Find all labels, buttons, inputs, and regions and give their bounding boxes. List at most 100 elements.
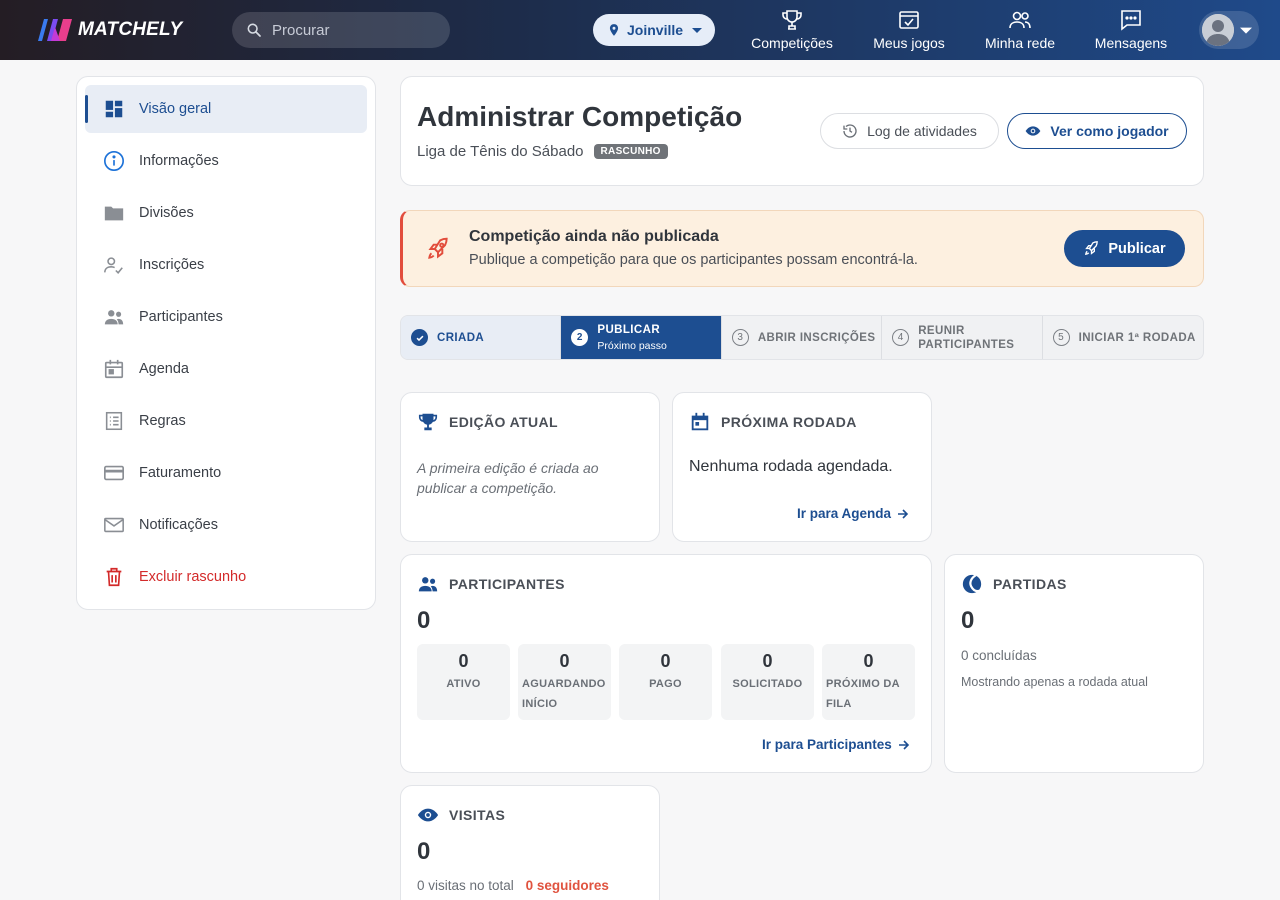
- app-logo[interactable]: MATCHELY: [36, 18, 182, 42]
- info-icon: [104, 151, 124, 171]
- visits-summary: 0 visitas no total 0 seguidores: [417, 878, 609, 893]
- stat-waiting-start: 0 AGUARDANDO INÍCIO: [518, 644, 611, 720]
- nav-network[interactable]: Minha rede: [984, 8, 1056, 52]
- alert-description: Publique a competição para que os partic…: [469, 252, 918, 268]
- eye-icon: [1026, 126, 1041, 136]
- link-label: Ir para Agenda: [797, 506, 892, 521]
- stat-value: 0: [762, 651, 773, 671]
- stat-paid: 0 PAGO: [619, 644, 712, 720]
- followers-link[interactable]: 0 seguidores: [526, 878, 609, 893]
- search-input[interactable]: [272, 21, 432, 39]
- sidebar-item-delete-draft[interactable]: Excluir rascunho: [85, 553, 367, 601]
- stat-value: 0: [660, 651, 671, 671]
- nav-messages[interactable]: Mensagens: [1093, 8, 1169, 52]
- matches-note: Mostrando apenas a rodada atual: [961, 675, 1148, 689]
- header-card: Administrar Competição Liga de Tênis do …: [400, 76, 1204, 186]
- go-to-participants-link[interactable]: Ir para Participantes: [762, 737, 910, 752]
- card-header: PRÓXIMA RODADA: [689, 411, 857, 433]
- calendar-check-icon: [899, 11, 919, 29]
- location-pin-icon: [609, 24, 619, 36]
- activity-log-button[interactable]: Log de atividades: [820, 113, 999, 149]
- stat-value: 0: [559, 651, 570, 671]
- dashboard-icon: [105, 100, 123, 118]
- sidebar-item-label: Informações: [139, 153, 219, 169]
- nav-network-label: Minha rede: [984, 35, 1056, 51]
- step-gather-participants[interactable]: 4 REUNIR PARTICIPANTES: [882, 316, 1043, 359]
- card-title: PRÓXIMA RODADA: [721, 414, 857, 430]
- history-icon: [843, 124, 857, 138]
- sidebar-item-label: Regras: [139, 413, 186, 429]
- stat-label: ATIVO: [446, 678, 481, 690]
- step-label-group: PUBLICAR Próximo passo: [597, 323, 666, 353]
- step-label: CRIADA: [437, 331, 485, 344]
- step-label: PUBLICAR: [597, 323, 661, 336]
- nav-messages-label: Mensagens: [1094, 35, 1168, 51]
- card-header: PARTIDAS: [961, 573, 1067, 595]
- chevron-down-icon: [692, 28, 703, 33]
- step-created[interactable]: CRIADA: [401, 316, 562, 359]
- card-title: PARTIDAS: [993, 576, 1067, 592]
- nav-competitions[interactable]: Competições: [751, 8, 833, 52]
- competition-name: Liga de Tênis do Sábado RASCUNHO: [417, 143, 668, 160]
- card-title: VISITAS: [449, 807, 506, 823]
- matches-total: 0: [961, 607, 975, 634]
- competition-name-text: Liga de Tênis do Sábado: [417, 143, 584, 160]
- user-menu[interactable]: [1199, 11, 1259, 49]
- chat-icon: [1121, 10, 1141, 31]
- step-number: 2: [571, 329, 589, 346]
- sidebar-item-billing[interactable]: Faturamento: [85, 449, 367, 497]
- sidebar-item-divisions[interactable]: Divisões: [85, 189, 367, 237]
- arrow-right-icon: [898, 739, 909, 750]
- publish-button[interactable]: Publicar: [1064, 230, 1185, 267]
- view-as-player-button[interactable]: Ver como jogador: [1007, 113, 1187, 149]
- stat-label: AGUARDANDO INÍCIO: [522, 678, 606, 710]
- people-icon: [1009, 11, 1031, 29]
- sidebar-item-information[interactable]: Informações: [85, 137, 367, 185]
- city-label: Joinville: [627, 22, 684, 38]
- stat-active: 0 ATIVO: [417, 644, 510, 720]
- city-selector[interactable]: Joinville: [593, 14, 715, 46]
- person-check-icon: [104, 257, 123, 274]
- unpublished-alert: Competição ainda não publicada Publique …: [400, 210, 1204, 287]
- participants-total: 0: [417, 607, 431, 634]
- card-header: VISITAS: [417, 804, 505, 826]
- visits-total: 0: [417, 838, 431, 865]
- sidebar-item-label: Notificações: [139, 517, 218, 533]
- calendar-icon: [104, 359, 124, 379]
- nav-my-games[interactable]: Meus jogos: [871, 8, 947, 52]
- stat-label: SOLICITADO: [732, 678, 803, 690]
- eye-icon: [417, 808, 439, 822]
- next-round-card: PRÓXIMA RODADA Nenhuma rodada agendada. …: [672, 392, 932, 542]
- step-publish[interactable]: 2 PUBLICAR Próximo passo: [561, 316, 722, 359]
- search-bar[interactable]: [232, 12, 450, 48]
- go-to-schedule-link[interactable]: Ir para Agenda: [797, 506, 909, 521]
- sidebar-item-schedule[interactable]: Agenda: [85, 345, 367, 393]
- arrow-right-icon: [898, 508, 909, 519]
- participants-card: PARTICIPANTES 0 0 ATIVO 0 AGUARDANDO INÍ…: [400, 554, 932, 773]
- sidebar-item-label: Excluir rascunho: [139, 569, 247, 585]
- credit-card-icon: [104, 465, 124, 481]
- stat-next-in-queue: 0 PRÓXIMO DA FILA: [822, 644, 915, 720]
- sidebar-item-notifications[interactable]: Notificações: [85, 501, 367, 549]
- step-label: REUNIR PARTICIPANTES: [918, 324, 1015, 351]
- matches-card: PARTIDAS 0 0 concluídas Mostrando apenas…: [944, 554, 1204, 773]
- people-icon: [418, 577, 438, 592]
- sidebar-item-overview[interactable]: Visão geral: [85, 85, 367, 133]
- nav-competitions-label: Competições: [751, 35, 833, 51]
- sidebar-item-registrations[interactable]: Inscrições: [85, 241, 367, 289]
- card-header: PARTICIPANTES: [417, 573, 565, 595]
- sidebar-item-label: Agenda: [139, 361, 189, 377]
- status-badge: RASCUNHO: [593, 144, 668, 159]
- next-round-text: Nenhuma rodada agendada.: [689, 458, 893, 475]
- card-title: EDIÇÃO ATUAL: [449, 414, 559, 430]
- step-number: 3: [731, 329, 749, 346]
- logo-mark-icon: [38, 19, 72, 41]
- edition-note: A primeira edição é criada ao publicar a…: [417, 460, 599, 496]
- step-open-registrations[interactable]: 3 ABRIR INSCRIÇÕES: [722, 316, 883, 359]
- stat-label: PRÓXIMO DA FILA: [826, 678, 900, 710]
- sidebar-item-participants[interactable]: Participantes: [85, 293, 367, 341]
- sidebar-item-rules[interactable]: Regras: [85, 397, 367, 445]
- step-label: ABRIR INSCRIÇÕES: [757, 331, 876, 344]
- step-start-first-round[interactable]: 5 INICIAR 1ª RODADA: [1043, 316, 1203, 359]
- activity-log-label: Log de atividades: [867, 123, 977, 139]
